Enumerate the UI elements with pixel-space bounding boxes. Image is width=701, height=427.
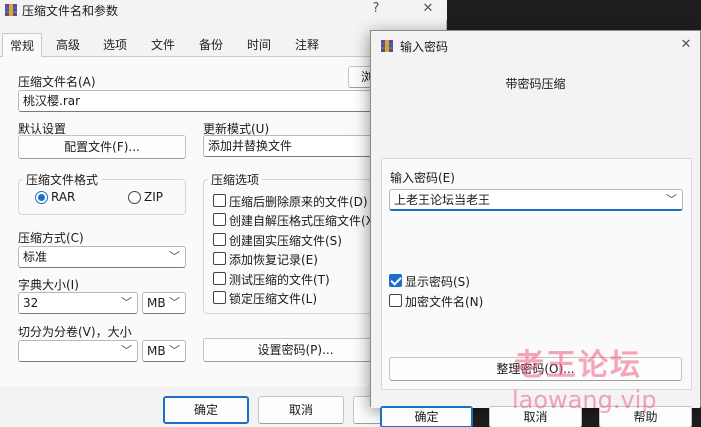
split-unit-select[interactable]: MB ﹀ xyxy=(142,340,186,362)
create-sfx-label[interactable]: 创建自解压格式压缩文件(X) xyxy=(229,212,379,229)
dictionary-size-label: 字典大小(I) xyxy=(18,278,79,292)
format-rar-radio[interactable] xyxy=(35,191,48,204)
dictionary-unit-value: MB xyxy=(147,296,166,310)
chevron-down-icon[interactable]: ﹀ xyxy=(666,190,677,209)
dialog-close-button[interactable]: ✕ xyxy=(668,36,701,56)
format-zip-radio[interactable] xyxy=(128,191,141,204)
chevron-down-icon: ﹀ xyxy=(121,344,132,357)
help-title-button[interactable]: ? xyxy=(358,0,394,20)
lock-archive-label[interactable]: 锁定压缩文件(L) xyxy=(229,290,317,307)
archive-name-input[interactable]: 桃汉樱.rar xyxy=(18,90,378,112)
tab-files[interactable]: 文件 xyxy=(143,33,183,57)
watermark-logo-text: 老王论坛 xyxy=(514,348,642,383)
main-close-button[interactable]: ✕ xyxy=(410,0,446,20)
dialog-title-bar: 输入密码 ✕ xyxy=(371,31,700,61)
set-password-button[interactable]: 设置密码(P)... xyxy=(203,338,388,362)
update-mode-select[interactable]: 添加并替换文件 xyxy=(203,135,378,157)
watermark-url: laowang.vip xyxy=(512,386,657,414)
recovery-record-label[interactable]: 添加恢复记录(E) xyxy=(229,251,318,268)
password-value: 上老王论坛当老王 xyxy=(394,193,491,207)
dialog-title: 输入密码 xyxy=(400,40,449,54)
archive-name-label: 压缩文件名(A) xyxy=(18,75,96,89)
main-cancel-button[interactable]: 取消 xyxy=(258,396,344,424)
tab-backup[interactable]: 备份 xyxy=(191,33,231,57)
split-volumes-label: 切分为分卷(V)，大小 xyxy=(18,325,132,339)
compression-method-label: 压缩方式(C) xyxy=(18,231,84,245)
password-label: 输入密码(E) xyxy=(390,171,455,185)
main-title-bar: 压缩文件名和参数 ? ✕ xyxy=(0,0,447,20)
chevron-down-icon: ﹀ xyxy=(169,250,180,263)
main-window-title: 压缩文件名和参数 xyxy=(22,4,119,18)
encrypt-filenames-label[interactable]: 加密文件名(N) xyxy=(405,293,483,310)
dialog-ok-button[interactable]: 确定 xyxy=(380,406,473,427)
recovery-record-checkbox[interactable] xyxy=(213,252,226,265)
password-input[interactable]: 上老王论坛当老王 ﹀ xyxy=(389,189,683,211)
archive-options-group-title: 压缩选项 xyxy=(208,171,263,188)
dictionary-unit-select[interactable]: MB ﹀ xyxy=(142,292,186,314)
test-files-label[interactable]: 测试压缩的文件(T) xyxy=(229,271,330,288)
chevron-down-icon: ﹀ xyxy=(121,296,132,309)
tab-time[interactable]: 时间 xyxy=(239,33,279,57)
compression-method-value: 标准 xyxy=(23,250,48,264)
solid-archive-label[interactable]: 创建固实压缩文件(S) xyxy=(229,232,342,249)
split-size-select[interactable]: ﹀ xyxy=(18,340,138,362)
tab-advanced[interactable]: 高级 xyxy=(48,33,88,57)
chevron-down-icon: ﹀ xyxy=(169,296,180,309)
delete-after-label[interactable]: 压缩后删除原来的文件(D) xyxy=(229,193,368,210)
winrar-icon xyxy=(5,4,17,16)
encrypt-filenames-checkbox[interactable] xyxy=(389,294,402,307)
show-password-label[interactable]: 显示密码(S) xyxy=(405,273,470,290)
compression-method-select[interactable]: 标准 ﹀ xyxy=(18,246,186,268)
tab-general[interactable]: 常规 xyxy=(2,33,42,58)
chevron-down-icon: ﹀ xyxy=(169,344,180,357)
format-zip-label[interactable]: ZIP xyxy=(144,190,163,204)
profiles-button[interactable]: 配置文件(F)... xyxy=(18,135,186,159)
show-password-checkbox[interactable] xyxy=(389,274,402,287)
split-unit-value: MB xyxy=(147,344,166,358)
tab-comment[interactable]: 注释 xyxy=(287,33,327,57)
winrar-icon xyxy=(381,40,393,52)
lock-archive-checkbox[interactable] xyxy=(213,291,226,304)
dialog-heading: 带密码压缩 xyxy=(505,77,566,91)
tab-options[interactable]: 选项 xyxy=(95,33,135,57)
solid-archive-checkbox[interactable] xyxy=(213,233,226,246)
delete-after-checkbox[interactable] xyxy=(213,194,226,207)
create-sfx-checkbox[interactable] xyxy=(213,213,226,226)
main-ok-button[interactable]: 确定 xyxy=(163,396,249,424)
dictionary-size-value: 32 xyxy=(23,296,39,310)
test-files-checkbox[interactable] xyxy=(213,272,226,285)
dictionary-size-select[interactable]: 32 ﹀ xyxy=(18,292,138,314)
archive-format-group-title: 压缩文件格式 xyxy=(23,171,102,188)
format-rar-label[interactable]: RAR xyxy=(51,190,75,204)
